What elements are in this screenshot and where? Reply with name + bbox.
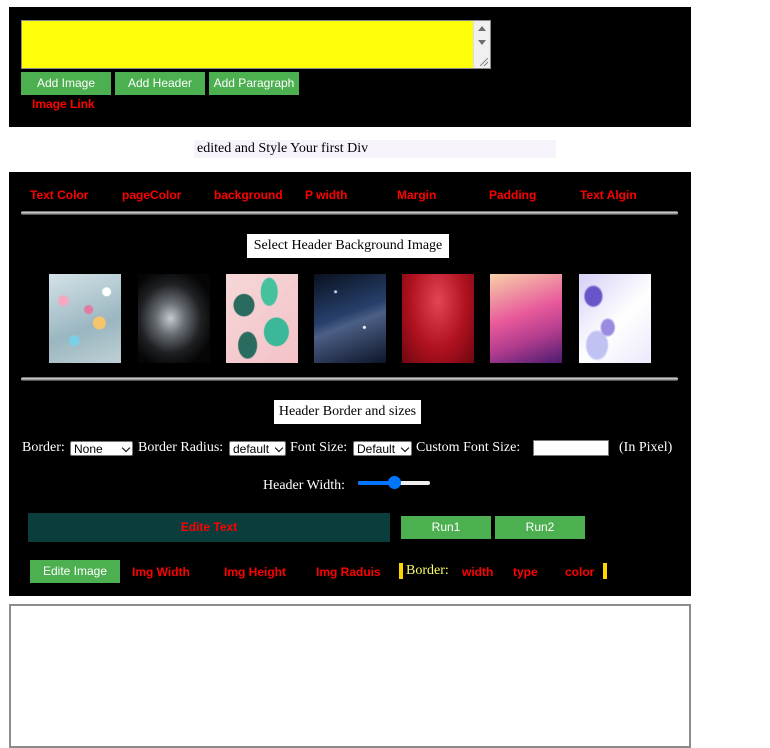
menu-background[interactable]: background (214, 188, 283, 202)
img-border-width-label[interactable]: width (462, 565, 493, 579)
run2-button[interactable]: Run2 (495, 516, 585, 539)
scroll-up-icon[interactable] (478, 26, 486, 31)
smoke-thumbnail[interactable] (138, 274, 210, 363)
img-border-color-label[interactable]: color (565, 565, 594, 579)
menu-text-color[interactable]: Text Color (30, 188, 88, 202)
img-width-label[interactable]: Img Width (132, 565, 190, 579)
add-image-button[interactable]: Add Image (21, 72, 111, 95)
leaves-thumbnail[interactable] (226, 274, 298, 363)
edit-text-button[interactable]: Edite Text (28, 513, 390, 542)
border-section-title: Header Border and sizes (274, 400, 421, 424)
header-width-slider[interactable] (358, 475, 430, 491)
pink-gradient-thumbnail[interactable] (490, 274, 562, 363)
chevron-down-icon (400, 443, 410, 453)
img-border-label: Border: (406, 563, 449, 578)
edit-image-button[interactable]: Edite Image (30, 560, 120, 583)
divider (21, 211, 678, 215)
preview-caption-bar: edited and Style Your first Div (194, 140, 556, 158)
img-height-label[interactable]: Img Height (224, 565, 286, 579)
border-label: Border: (22, 440, 65, 455)
add-paragraph-button[interactable]: Add Paragraph (209, 72, 299, 95)
header-bg-title: Select Header Background Image (247, 234, 449, 258)
menu-padding[interactable]: Padding (489, 188, 536, 202)
border-radius-label: Border Radius: (138, 440, 224, 455)
menu-page-color[interactable]: pageColor (122, 188, 181, 202)
border-bracket-left (399, 563, 403, 579)
output-area[interactable] (9, 604, 691, 748)
resize-grip-icon[interactable] (480, 58, 488, 66)
run1-button[interactable]: Run1 (401, 516, 491, 539)
textarea-scrollbar[interactable] (473, 21, 490, 68)
content-textarea[interactable] (21, 20, 491, 69)
galaxy-thumbnail[interactable] (314, 274, 386, 363)
chevron-down-icon (274, 443, 284, 453)
border-radius-select[interactable]: default (229, 441, 286, 456)
preview-caption: edited and Style Your first Div (197, 141, 369, 156)
divider (21, 377, 678, 381)
image-link-label[interactable]: Image Link (32, 97, 95, 111)
border-select[interactable]: None (70, 441, 133, 456)
scroll-down-icon[interactable] (478, 40, 486, 45)
pixel-note: (In Pixel) (619, 440, 673, 455)
header-width-label: Header Width: (263, 478, 345, 493)
chevron-down-icon (121, 443, 131, 453)
style-panel: Text Color pageColor background P width … (9, 172, 691, 596)
top-editor-panel: Add Image Add Header Add Paragraph Image… (9, 7, 691, 127)
floral-thumbnail[interactable] (579, 274, 651, 363)
font-size-label: Font Size: (290, 440, 348, 455)
custom-font-size-input[interactable] (533, 440, 609, 456)
font-size-select[interactable]: Default (353, 441, 412, 456)
red-thumbnail[interactable] (402, 274, 474, 363)
img-radius-label[interactable]: Img Raduis (316, 565, 381, 579)
add-header-button[interactable]: Add Header (115, 72, 205, 95)
menu-margin[interactable]: Margin (397, 188, 436, 202)
border-bracket-right (603, 563, 607, 579)
img-border-type-label[interactable]: type (513, 565, 538, 579)
bokeh-thumbnail[interactable] (49, 274, 121, 363)
custom-font-size-label: Custom Font Size: (416, 440, 521, 455)
menu-text-align[interactable]: Text Algin (580, 188, 637, 202)
menu-p-width[interactable]: P width (305, 188, 347, 202)
slider-thumb[interactable] (387, 476, 401, 489)
